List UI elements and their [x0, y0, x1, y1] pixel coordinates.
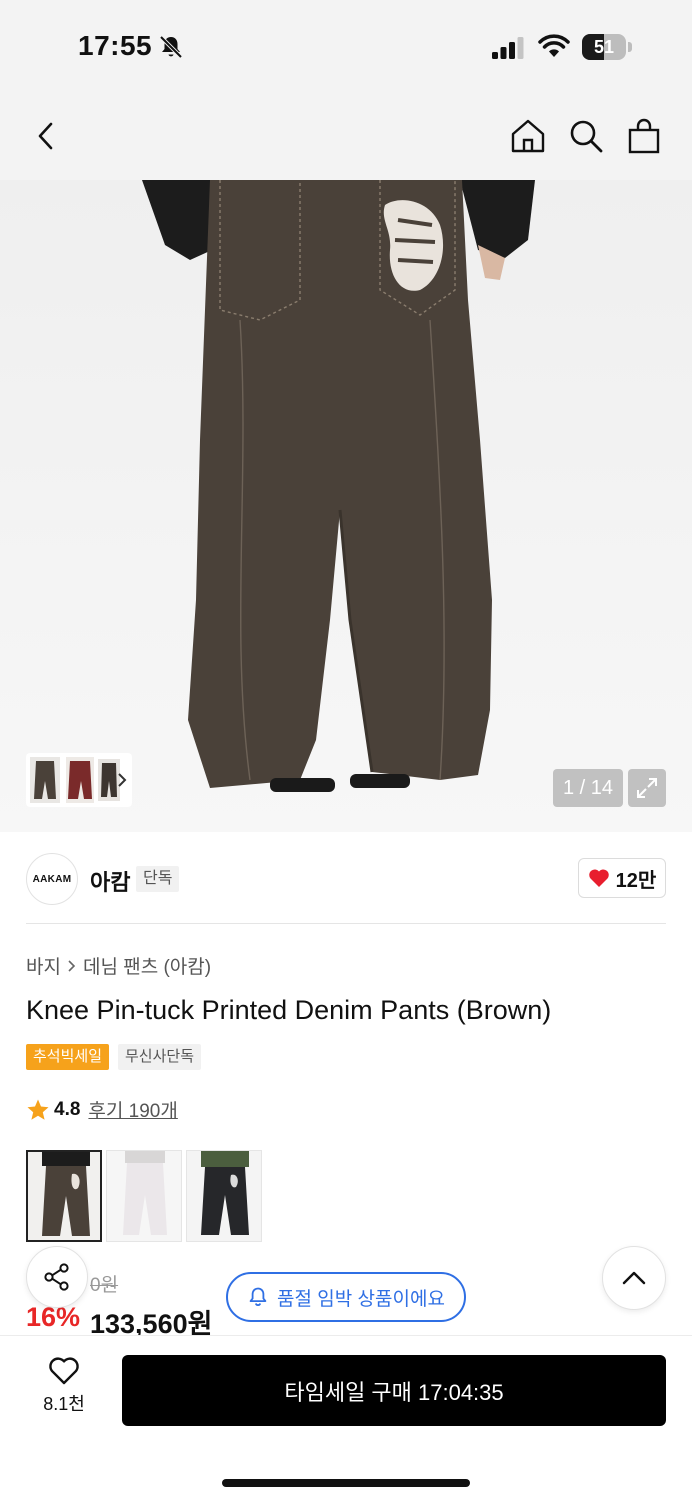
pants-photo	[142, 180, 535, 792]
search-button[interactable]	[564, 114, 608, 158]
product-title: Knee Pin-tuck Printed Denim Pants (Brown…	[26, 995, 552, 1025]
chevron-right-icon	[68, 959, 76, 972]
wishlist-button[interactable]: 8.1천	[26, 1356, 102, 1422]
share-button[interactable]	[26, 1246, 88, 1308]
status-bar: 17:55 51	[0, 0, 692, 92]
search-icon	[570, 120, 603, 153]
image-counter: 1 / 14	[553, 769, 623, 807]
image-thumbnail-strip[interactable]	[26, 753, 132, 807]
color-option-white[interactable]	[106, 1150, 182, 1242]
color-option-black[interactable]	[186, 1150, 262, 1242]
low-stock-text: 품절 임박 상품이에요	[277, 1288, 445, 1310]
breadcrumb-category[interactable]: 바지	[26, 952, 61, 979]
wifi-icon	[538, 34, 570, 57]
scroll-top-button[interactable]	[602, 1246, 666, 1310]
chevron-right-icon	[118, 773, 127, 787]
rating-score: 4.8	[54, 1098, 81, 1120]
wishlist-count: 8.1천	[43, 1394, 85, 1414]
heart-icon	[588, 869, 609, 887]
battery-level: 51	[593, 37, 615, 57]
divider	[26, 923, 666, 924]
bell-icon	[249, 1287, 267, 1306]
share-icon	[44, 1263, 69, 1291]
buy-button[interactable]: 타임세일 구매 17:04:35	[122, 1355, 666, 1426]
top-nav	[0, 92, 692, 180]
home-icon	[511, 119, 545, 153]
breadcrumb-subcategory[interactable]: 데님 팬츠 (아캄)	[83, 952, 211, 979]
bell-off-icon	[159, 35, 183, 59]
expand-icon	[637, 778, 657, 798]
color-option-brown[interactable]	[26, 1150, 102, 1242]
shopping-bag-icon	[628, 118, 660, 154]
cart-button[interactable]	[622, 114, 666, 158]
back-button[interactable]	[24, 114, 68, 158]
star-icon	[27, 1099, 49, 1120]
back-arrow-icon	[38, 122, 53, 150]
status-time: 17:55	[78, 30, 153, 61]
original-price: 0원	[90, 1275, 119, 1296]
brand-logo[interactable]: AAKAM	[26, 853, 78, 905]
home-button[interactable]	[506, 114, 550, 158]
brand-like-button[interactable]: 12만	[578, 858, 666, 898]
expand-image-button[interactable]	[628, 769, 666, 807]
chevron-up-icon	[622, 1271, 646, 1285]
heart-outline-icon	[49, 1357, 79, 1385]
cellular-signal-icon	[492, 37, 524, 59]
brand-like-count: 12만	[615, 869, 657, 892]
reviews-link[interactable]: 후기 190개	[88, 1096, 177, 1123]
rating-summary: 4.8 후기 190개	[26, 1096, 178, 1123]
sale-tag: 추석빅세일	[26, 1044, 110, 1070]
brand-name[interactable]: 아캄	[90, 865, 130, 897]
brand-exclusive-badge: 단독	[136, 866, 180, 892]
home-indicator[interactable]	[222, 1479, 470, 1487]
battery-indicator: 51	[582, 34, 632, 60]
breadcrumb: 바지 데님 팬츠 (아캄)	[26, 952, 211, 979]
low-stock-notice[interactable]: 품절 임박 상품이에요	[226, 1272, 466, 1322]
exclusive-tag: 무신사단독	[118, 1044, 202, 1070]
product-image[interactable]	[0, 180, 692, 832]
